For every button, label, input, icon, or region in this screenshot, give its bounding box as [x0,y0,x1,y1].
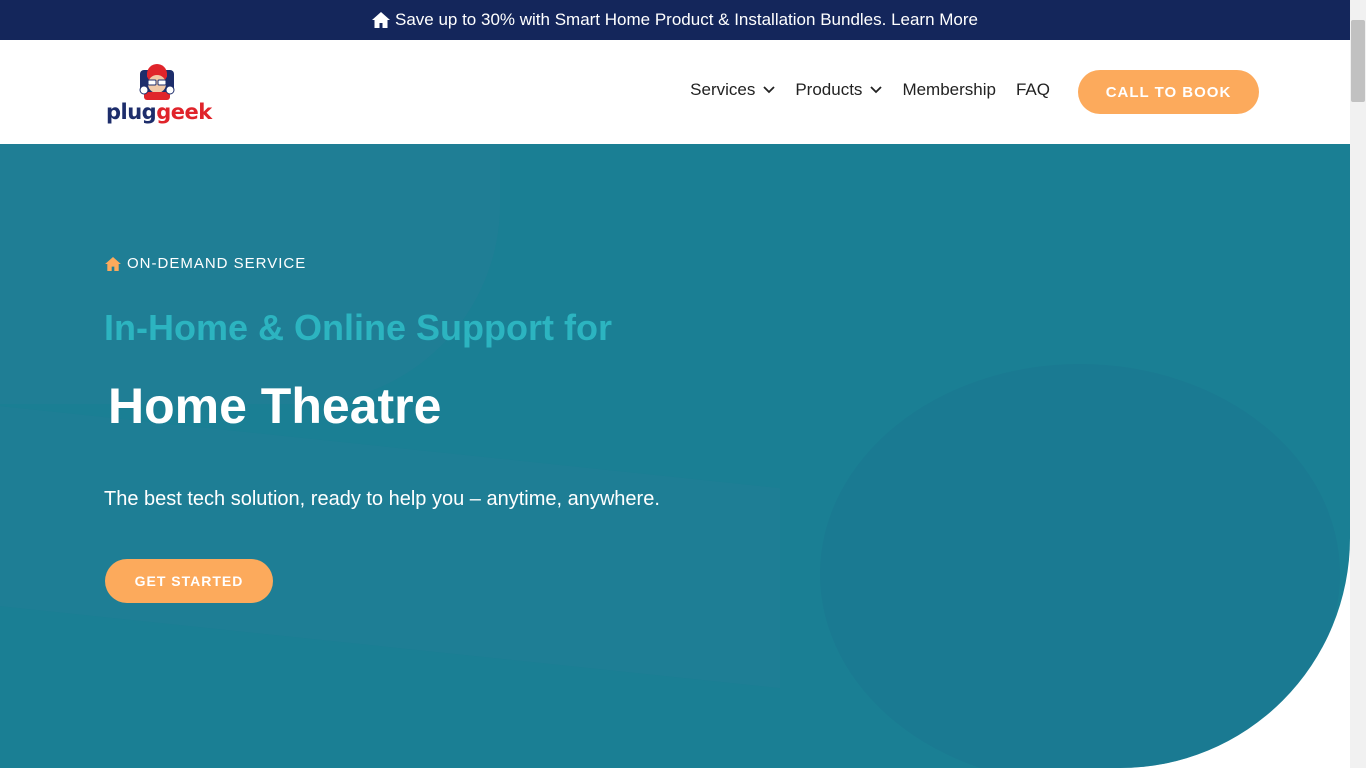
nav-item-products[interactable]: Products [795,80,883,100]
main-nav: Services Products Membership FAQ [670,80,1050,100]
eyebrow-text: ON-DEMAND SERVICE [127,255,307,272]
hero-background-shape [0,144,500,404]
logo-text-plug: plug [106,100,157,124]
get-started-button[interactable]: GET STARTED [105,559,273,603]
nav-item-services[interactable]: Services [690,80,775,100]
chevron-down-icon [763,86,775,94]
hero-subtitle: In-Home & Online Support for [104,307,612,348]
nav-item-faq[interactable]: FAQ [1016,80,1050,100]
hero-background-shape [820,364,1340,768]
hero-section: ON-DEMAND SERVICE In-Home & Online Suppo… [0,144,1350,768]
nav-label: Products [795,80,863,99]
call-to-book-button[interactable]: CALL TO BOOK [1078,70,1259,114]
hero-lead: The best tech solution, ready to help yo… [104,488,660,510]
home-icon [105,256,121,271]
hero-background-shape [0,399,780,689]
announcement-text[interactable]: Save up to 30% with Smart Home Product &… [395,10,978,30]
site-header: pluggeek Services Products Membership FA… [0,40,1350,144]
nav-label: Services [690,80,756,99]
logo-text-geek: geek [156,100,212,124]
logo[interactable]: pluggeek [104,58,212,128]
nav-item-membership[interactable]: Membership [902,80,996,100]
scrollbar[interactable] [1350,0,1366,768]
announcement-bar[interactable]: Save up to 30% with Smart Home Product &… [0,0,1350,40]
hero-title: Home Theatre [108,378,442,434]
nav-label: FAQ [1015,80,1050,99]
home-icon [371,12,390,28]
scrollbar-thumb[interactable] [1351,20,1365,102]
logo-text: pluggeek [106,100,212,124]
chevron-down-icon [870,86,883,94]
nav-label: Membership [902,80,996,99]
hero-eyebrow: ON-DEMAND SERVICE [105,255,306,272]
